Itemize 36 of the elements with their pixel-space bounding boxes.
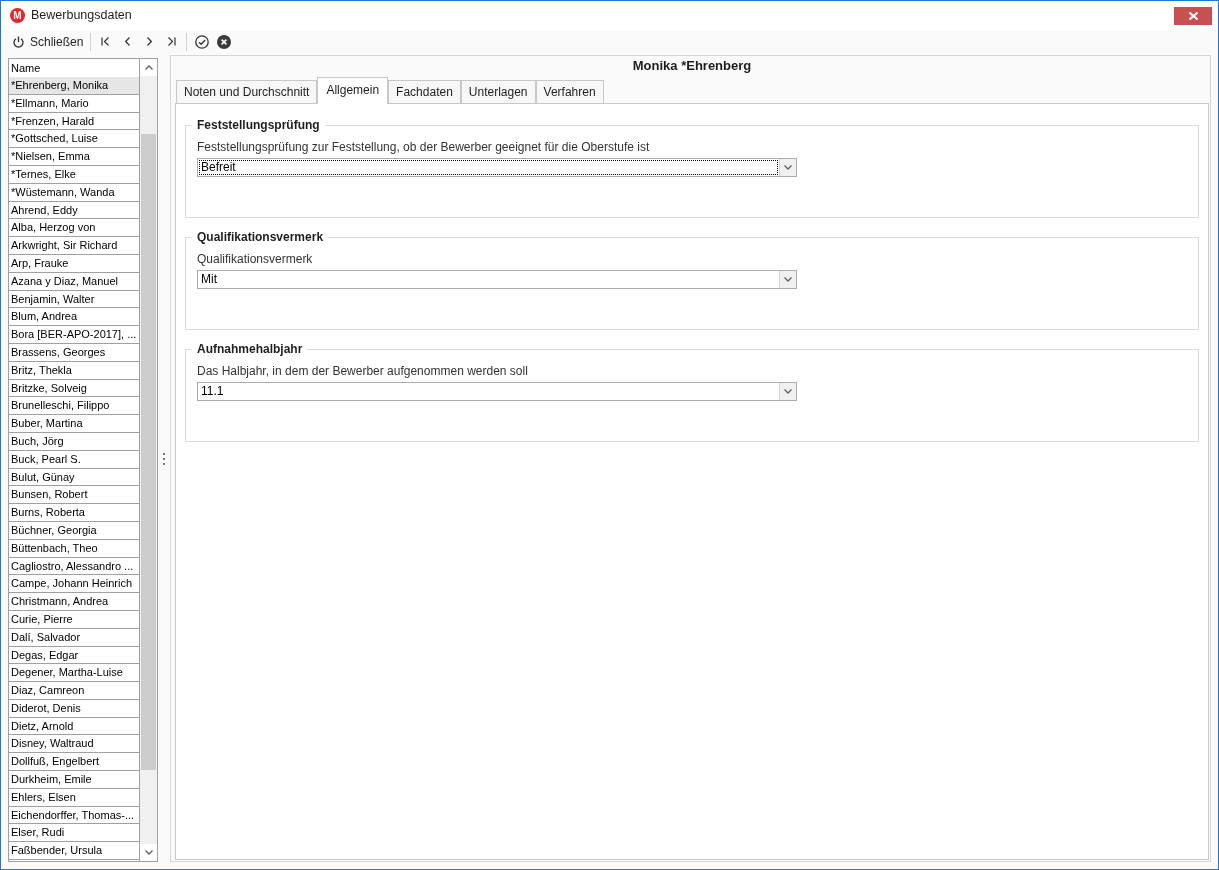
window-close-button[interactable] bbox=[1174, 6, 1212, 25]
group-title: Aufnahmehalbjahr bbox=[196, 343, 304, 356]
list-item[interactable]: *Ehrenberg, Monika bbox=[9, 77, 139, 95]
window-title: Bewerbungsdaten bbox=[31, 8, 132, 23]
field-label: Qualifikationsvermerk bbox=[197, 252, 314, 266]
group-title: Feststellungsprüfung bbox=[196, 119, 321, 132]
power-icon bbox=[13, 35, 24, 48]
close-icon bbox=[1188, 11, 1198, 20]
close-button[interactable]: Schließen bbox=[9, 31, 88, 52]
chevron-up-icon[interactable] bbox=[144, 65, 153, 70]
chevron-left-icon bbox=[124, 37, 130, 46]
chevron-down-icon bbox=[784, 389, 792, 394]
tab[interactable]: Allgemein bbox=[317, 77, 389, 104]
tab[interactable]: Fachdaten bbox=[388, 80, 461, 103]
chevron-down-icon bbox=[784, 165, 792, 170]
group-title: Qualifikationsvermerk bbox=[196, 231, 325, 244]
chevron-down-icon bbox=[784, 277, 792, 282]
dropdown[interactable]: Befreit bbox=[197, 158, 797, 177]
check-circle-icon bbox=[195, 34, 210, 49]
chevron-right-icon bbox=[146, 37, 152, 46]
scrollbar-thumb[interactable] bbox=[141, 134, 156, 770]
scrollbar[interactable] bbox=[140, 59, 157, 861]
field-label: Feststellungsprüfung zur Feststellung, ob der Bewerber geeignet für die Oberstufe ist bbox=[197, 140, 651, 154]
tab[interactable]: Unterlagen bbox=[460, 80, 536, 103]
app-logo: M bbox=[10, 8, 25, 23]
dropdown[interactable]: Mit bbox=[197, 270, 797, 289]
field-label: Das Halbjahr, in dem der Bewerber aufgenommen werden soll bbox=[197, 364, 529, 378]
tab[interactable]: Noten und Durchschnitt bbox=[176, 80, 318, 103]
x-circle-icon bbox=[217, 34, 232, 49]
dropdown[interactable]: 11.1 bbox=[197, 382, 797, 401]
chevron-down-icon[interactable] bbox=[144, 850, 153, 855]
applicant-name: Monika *Ehrenberg bbox=[632, 57, 752, 75]
tab[interactable]: Verfahren bbox=[535, 80, 604, 103]
column-header[interactable]: Name bbox=[9, 59, 139, 77]
first-icon bbox=[100, 37, 110, 46]
last-icon bbox=[166, 37, 176, 46]
